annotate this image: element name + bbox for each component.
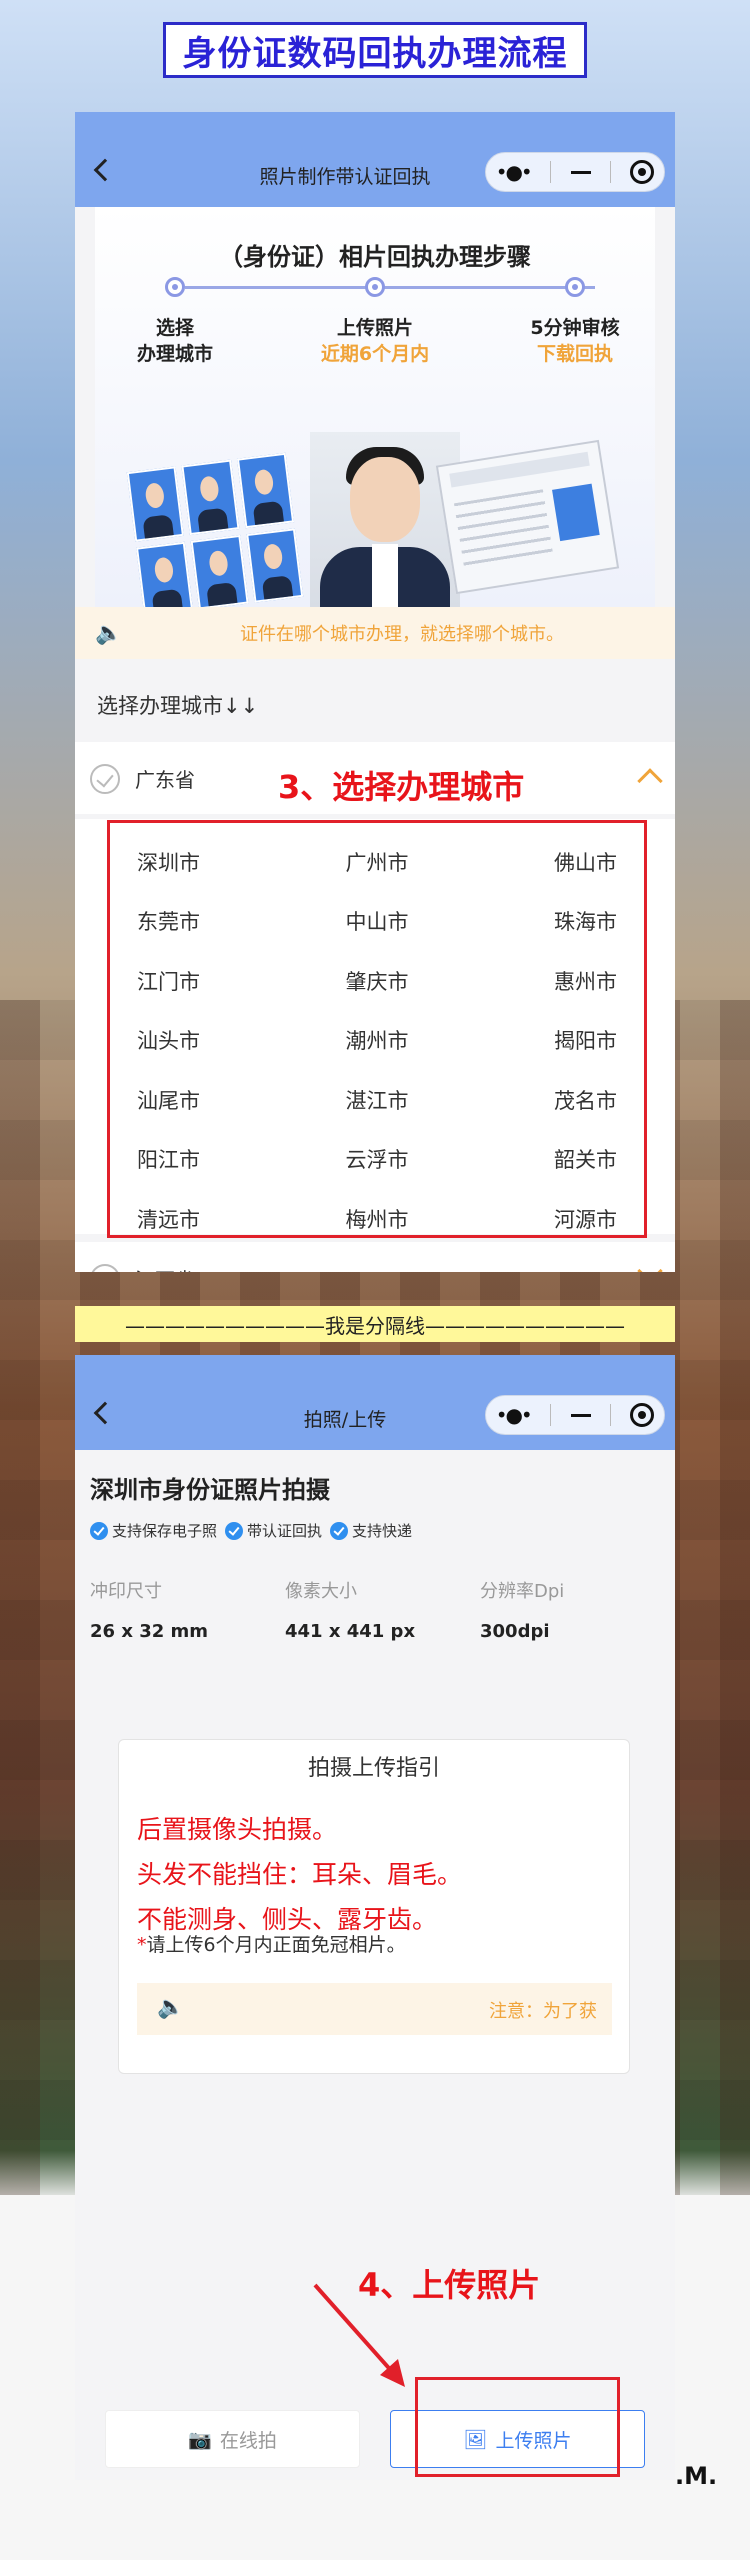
nav-title: 照片制作带认证回执 — [259, 166, 431, 188]
city-highlight-box — [107, 820, 647, 1238]
guide-rule: 头发不能挡住：耳朵、眉毛。 — [137, 1860, 463, 1889]
speaker-icon: 🔈 — [157, 1995, 185, 2020]
capsule-divider — [609, 161, 611, 183]
feature-badges: 支持保存电子照 带认证回执 支持快递 — [90, 1520, 412, 1541]
capsule-divider — [550, 1404, 552, 1426]
step-3-line2: 下载回执 — [536, 343, 613, 365]
capsule-divider — [609, 1404, 611, 1426]
speaker-icon: 🔈 — [95, 620, 123, 646]
badge: 支持快递 — [330, 1520, 412, 1541]
close-target-icon[interactable] — [630, 1403, 655, 1427]
notice-bar: 🔈 证件在哪个城市办理，就选择哪个城市。 — [75, 607, 675, 659]
steps-title: （身份证）相片回执办理步骤 — [219, 243, 531, 271]
checkmark-icon — [90, 764, 120, 794]
required-star: * — [137, 1934, 147, 1956]
notice-text: 证件在哪个城市办理，就选择哪个城市。 — [240, 624, 564, 645]
badge-label: 支持保存电子照 — [112, 1522, 218, 1540]
online-shoot-label: 在线拍 — [219, 2429, 277, 2452]
mini-program-capsule: •●• — [485, 1395, 665, 1435]
section-label: 选择办理城市↓↓ — [97, 694, 259, 718]
step-1-line1: 选择 — [155, 317, 194, 339]
spec-pixel-size: 像素大小 441 x 441 px — [285, 1577, 415, 1642]
nav-title: 拍照/上传 — [303, 1409, 387, 1431]
back-icon[interactable] — [93, 158, 117, 182]
province-name: 广东省 — [135, 768, 195, 792]
spec-label: 分辨率Dpi — [480, 1581, 565, 1602]
receipt-card-image — [435, 439, 620, 595]
id-photo-grid — [126, 452, 304, 617]
check-circle-icon — [330, 1521, 349, 1540]
watermark: .M. — [675, 2462, 718, 2490]
steps-line — [185, 286, 595, 289]
spec-print-size: 冲印尺寸 26 x 32 mm — [90, 1577, 208, 1642]
step-2-line1: 上传照片 — [336, 317, 413, 339]
spec-label: 像素大小 — [285, 1581, 357, 1602]
minimize-icon[interactable] — [570, 1413, 591, 1417]
badge-label: 支持快递 — [352, 1522, 413, 1540]
guide-notice-bar: 🔈 注意：为了获 — [137, 1983, 612, 2035]
step-1: 选择 办理城市 — [100, 315, 250, 367]
step-3-line1: 5分钟审核 — [530, 317, 620, 339]
page-banner: 身份证数码回执办理流程 — [163, 22, 587, 78]
guide-note: *请上传6个月内正面免冠相片。 — [137, 1930, 406, 1957]
divider-bar: ——————————我是分隔线—————————— — [75, 1306, 675, 1342]
badge: 支持保存电子照 — [90, 1520, 217, 1541]
step-dot — [565, 277, 585, 297]
nav-bar: 照片制作带认证回执 •●• — [75, 112, 675, 207]
minimize-icon[interactable] — [570, 170, 591, 174]
badge: 带认证回执 — [225, 1520, 322, 1541]
upload-guide-card: 拍摄上传指引 后置摄像头拍摄。 头发不能挡住：耳朵、眉毛。 不能测身、侧头、露牙… — [118, 1739, 630, 2074]
annotation-step-3: 3、选择办理城市 — [278, 768, 525, 806]
guide-rule: 后置摄像头拍摄。 — [137, 1815, 338, 1844]
more-icon[interactable]: •●• — [496, 1403, 533, 1427]
step-dot — [165, 277, 185, 297]
sample-person-photo — [310, 432, 460, 607]
step-1-line2: 办理城市 — [136, 343, 213, 365]
check-circle-icon — [225, 1521, 244, 1540]
chevron-up-icon[interactable] — [637, 768, 663, 794]
back-icon[interactable] — [93, 1401, 117, 1425]
province-row-jiangxi[interactable]: 江西省 — [75, 1242, 675, 1272]
sample-photos-illustration — [126, 432, 620, 617]
upload-highlight-box — [415, 2377, 620, 2477]
close-target-icon[interactable] — [630, 160, 655, 184]
guide-note-text: 请上传6个月内正面免冠相片。 — [146, 1934, 406, 1956]
camera-icon: 📷 — [188, 2428, 212, 2451]
province-name: 江西省 — [135, 1264, 195, 1272]
spec-value: 26 x 32 mm — [90, 1621, 209, 1642]
step-2-line2: 近期6个月内 — [320, 343, 430, 365]
steps-card: （身份证）相片回执办理步骤 选择 办理城市 上传照片 近期6个月内 5分钟审核 … — [95, 207, 655, 617]
badge-label: 带认证回执 — [247, 1522, 323, 1540]
step-2: 上传照片 近期6个月内 — [300, 315, 450, 367]
spec-value: 441 x 441 px — [285, 1621, 416, 1642]
chevron-down-icon[interactable] — [637, 1258, 663, 1272]
guide-title: 拍摄上传指引 — [307, 1756, 440, 1781]
check-circle-icon — [90, 1521, 108, 1540]
guide-notice-text: 注意：为了获 — [489, 2001, 597, 2022]
more-icon[interactable]: •●• — [496, 160, 533, 184]
nav-bar: 拍照/上传 •●• — [75, 1355, 675, 1450]
spec-label: 冲印尺寸 — [90, 1581, 162, 1602]
checkmark-icon — [90, 1264, 120, 1272]
capsule-divider — [550, 161, 552, 183]
step-dot — [365, 277, 385, 297]
page-title: 深圳市身份证照片拍摄 — [90, 1476, 330, 1504]
spec-value: 300dpi — [480, 1621, 550, 1642]
pointer-arrow-icon — [313, 2283, 405, 2387]
mini-program-capsule: •●• — [485, 152, 665, 192]
spec-dpi: 分辨率Dpi 300dpi — [480, 1577, 564, 1642]
step-3: 5分钟审核 下载回执 — [500, 315, 650, 367]
online-shoot-button[interactable]: 📷 在线拍 — [105, 2410, 360, 2468]
